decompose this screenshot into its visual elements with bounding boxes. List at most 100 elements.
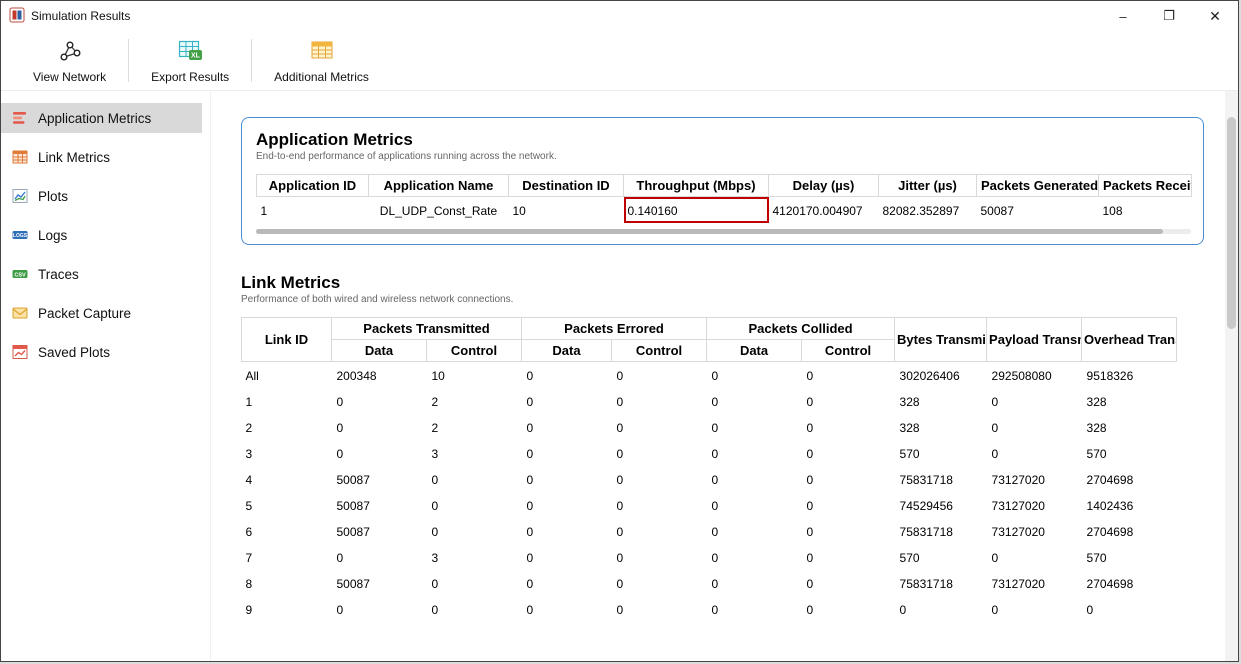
column-header[interactable]: Data bbox=[707, 340, 802, 362]
table-cell: 0 bbox=[332, 596, 427, 622]
toolbar-separator bbox=[128, 39, 129, 82]
table-cell: 50087 bbox=[332, 492, 427, 518]
table-cell: 0 bbox=[802, 414, 895, 440]
column-header[interactable]: Control bbox=[802, 340, 895, 362]
table-row[interactable]: 8500870000075831718731270202704698 bbox=[242, 570, 1177, 596]
column-header[interactable]: Packets Collided bbox=[707, 318, 895, 340]
table-cell: 6 bbox=[242, 518, 332, 544]
simulation-results-window: Simulation Results – ❐ ✕ View Network XL… bbox=[0, 0, 1239, 662]
table-cell: 0 bbox=[522, 518, 612, 544]
toolbar: View Network XL Export Results Additiona… bbox=[1, 31, 1238, 91]
export-results-button[interactable]: XL Export Results bbox=[131, 31, 249, 90]
view-network-button[interactable]: View Network bbox=[13, 31, 126, 90]
packet-capture-icon bbox=[11, 304, 29, 322]
column-header[interactable]: Packets Generated bbox=[977, 175, 1099, 197]
minimize-button[interactable]: – bbox=[1100, 1, 1146, 31]
table-cell: 0 bbox=[612, 466, 707, 492]
table-row[interactable]: 5500870000074529456731270201402436 bbox=[242, 492, 1177, 518]
column-header[interactable]: Packets Errored bbox=[522, 318, 707, 340]
column-header[interactable]: Data bbox=[522, 340, 612, 362]
additional-metrics-button[interactable]: Additional Metrics bbox=[254, 31, 389, 90]
table-row[interactable]: 4500870000075831718731270202704698 bbox=[242, 466, 1177, 492]
table-cell: 0 bbox=[522, 492, 612, 518]
table-row[interactable]: 20200003280328 bbox=[242, 414, 1177, 440]
horizontal-scrollbar-thumb[interactable] bbox=[256, 229, 1163, 234]
vertical-scrollbar-thumb[interactable] bbox=[1227, 117, 1236, 329]
sidebar-item-link-metrics[interactable]: Link Metrics bbox=[1, 142, 202, 172]
column-header[interactable]: Payload Transm bbox=[987, 318, 1082, 362]
table-cell: 328 bbox=[895, 414, 987, 440]
table-cell: 0 bbox=[707, 362, 802, 389]
application-metrics-table: Application IDApplication NameDestinatio… bbox=[256, 174, 1192, 223]
toolbar-label: Export Results bbox=[151, 70, 229, 84]
table-cell: 570 bbox=[1082, 544, 1177, 570]
vertical-scrollbar[interactable] bbox=[1225, 91, 1238, 661]
column-header[interactable]: Control bbox=[427, 340, 522, 362]
table-cell: 4 bbox=[242, 466, 332, 492]
table-cell: 0 bbox=[612, 596, 707, 622]
table-row[interactable]: All2003481000003020264062925080809518326 bbox=[242, 362, 1177, 389]
table-cell: 2704698 bbox=[1082, 570, 1177, 596]
table-cell: 0 bbox=[522, 388, 612, 414]
sidebar-item-plots[interactable]: Plots bbox=[1, 181, 202, 211]
table-cell: 1402436 bbox=[1082, 492, 1177, 518]
sidebar-item-label: Plots bbox=[38, 189, 68, 204]
sidebar-item-packet-capture[interactable]: Packet Capture bbox=[1, 298, 202, 328]
table-cell: 0 bbox=[427, 518, 522, 544]
table-row[interactable]: 1DL_UDP_Const_Rate100.1401604120170.0049… bbox=[257, 197, 1192, 224]
table-cell: 2 bbox=[427, 388, 522, 414]
column-header[interactable]: Packets Receiv bbox=[1099, 175, 1192, 197]
sidebar-item-saved-plots[interactable]: Saved Plots bbox=[1, 337, 202, 367]
table-cell: 0 bbox=[802, 544, 895, 570]
table-cell: 3 bbox=[427, 544, 522, 570]
column-header[interactable]: Application ID bbox=[257, 175, 369, 197]
table-cell: 0 bbox=[707, 570, 802, 596]
column-header[interactable]: Overhead Trans bbox=[1082, 318, 1177, 362]
table-cell: 0 bbox=[612, 492, 707, 518]
table-cell: 0 bbox=[522, 362, 612, 389]
sidebar-item-logs[interactable]: LOGS Logs bbox=[1, 220, 202, 250]
table-cell: 0 bbox=[802, 492, 895, 518]
sidebar: Application Metrics Link Metrics Plots L… bbox=[1, 91, 211, 661]
table-row[interactable]: 10200003280328 bbox=[242, 388, 1177, 414]
table-cell: 0 bbox=[987, 414, 1082, 440]
column-header[interactable]: Control bbox=[612, 340, 707, 362]
horizontal-scrollbar[interactable] bbox=[256, 229, 1191, 234]
column-header[interactable]: Bytes Transmitt bbox=[895, 318, 987, 362]
table-cell: 0 bbox=[987, 596, 1082, 622]
table-cell: 0 bbox=[612, 570, 707, 596]
table-cell: 108 bbox=[1099, 197, 1192, 224]
column-header[interactable]: Data bbox=[332, 340, 427, 362]
column-header[interactable]: Throughput (Mbps) bbox=[624, 175, 769, 197]
table-cell: 0 bbox=[332, 414, 427, 440]
close-button[interactable]: ✕ bbox=[1192, 1, 1238, 31]
table-cell: 0 bbox=[802, 596, 895, 622]
table-cell: 7 bbox=[242, 544, 332, 570]
column-header[interactable]: Destination ID bbox=[509, 175, 624, 197]
table-cell: 0 bbox=[707, 388, 802, 414]
table-row[interactable]: 70300005700570 bbox=[242, 544, 1177, 570]
table-row[interactable]: 6500870000075831718731270202704698 bbox=[242, 518, 1177, 544]
table-cell: 328 bbox=[895, 388, 987, 414]
sidebar-item-application-metrics[interactable]: Application Metrics bbox=[1, 103, 202, 133]
table-cell: 74529456 bbox=[895, 492, 987, 518]
column-header[interactable]: Jitter (µs) bbox=[879, 175, 977, 197]
table-cell: 2 bbox=[242, 414, 332, 440]
table-row[interactable]: 30300005700570 bbox=[242, 440, 1177, 466]
table-row[interactable]: 9000000000 bbox=[242, 596, 1177, 622]
table-cell: 1 bbox=[242, 388, 332, 414]
column-header[interactable]: Application Name bbox=[369, 175, 509, 197]
restore-button[interactable]: ❐ bbox=[1146, 1, 1192, 31]
svg-text:XL: XL bbox=[191, 52, 201, 59]
column-header[interactable]: Packets Transmitted bbox=[332, 318, 522, 340]
window-title: Simulation Results bbox=[31, 9, 130, 23]
table-cell: 0 bbox=[332, 544, 427, 570]
application-metrics-body: 1DL_UDP_Const_Rate100.1401604120170.0049… bbox=[257, 197, 1192, 224]
sidebar-item-traces[interactable]: CSV Traces bbox=[1, 259, 202, 289]
column-header[interactable]: Delay (µs) bbox=[769, 175, 879, 197]
table-cell: 0 bbox=[802, 440, 895, 466]
column-header[interactable]: Link ID bbox=[242, 318, 332, 362]
sidebar-item-label: Application Metrics bbox=[38, 111, 151, 126]
table-cell: 9 bbox=[242, 596, 332, 622]
table-cell: 570 bbox=[1082, 440, 1177, 466]
